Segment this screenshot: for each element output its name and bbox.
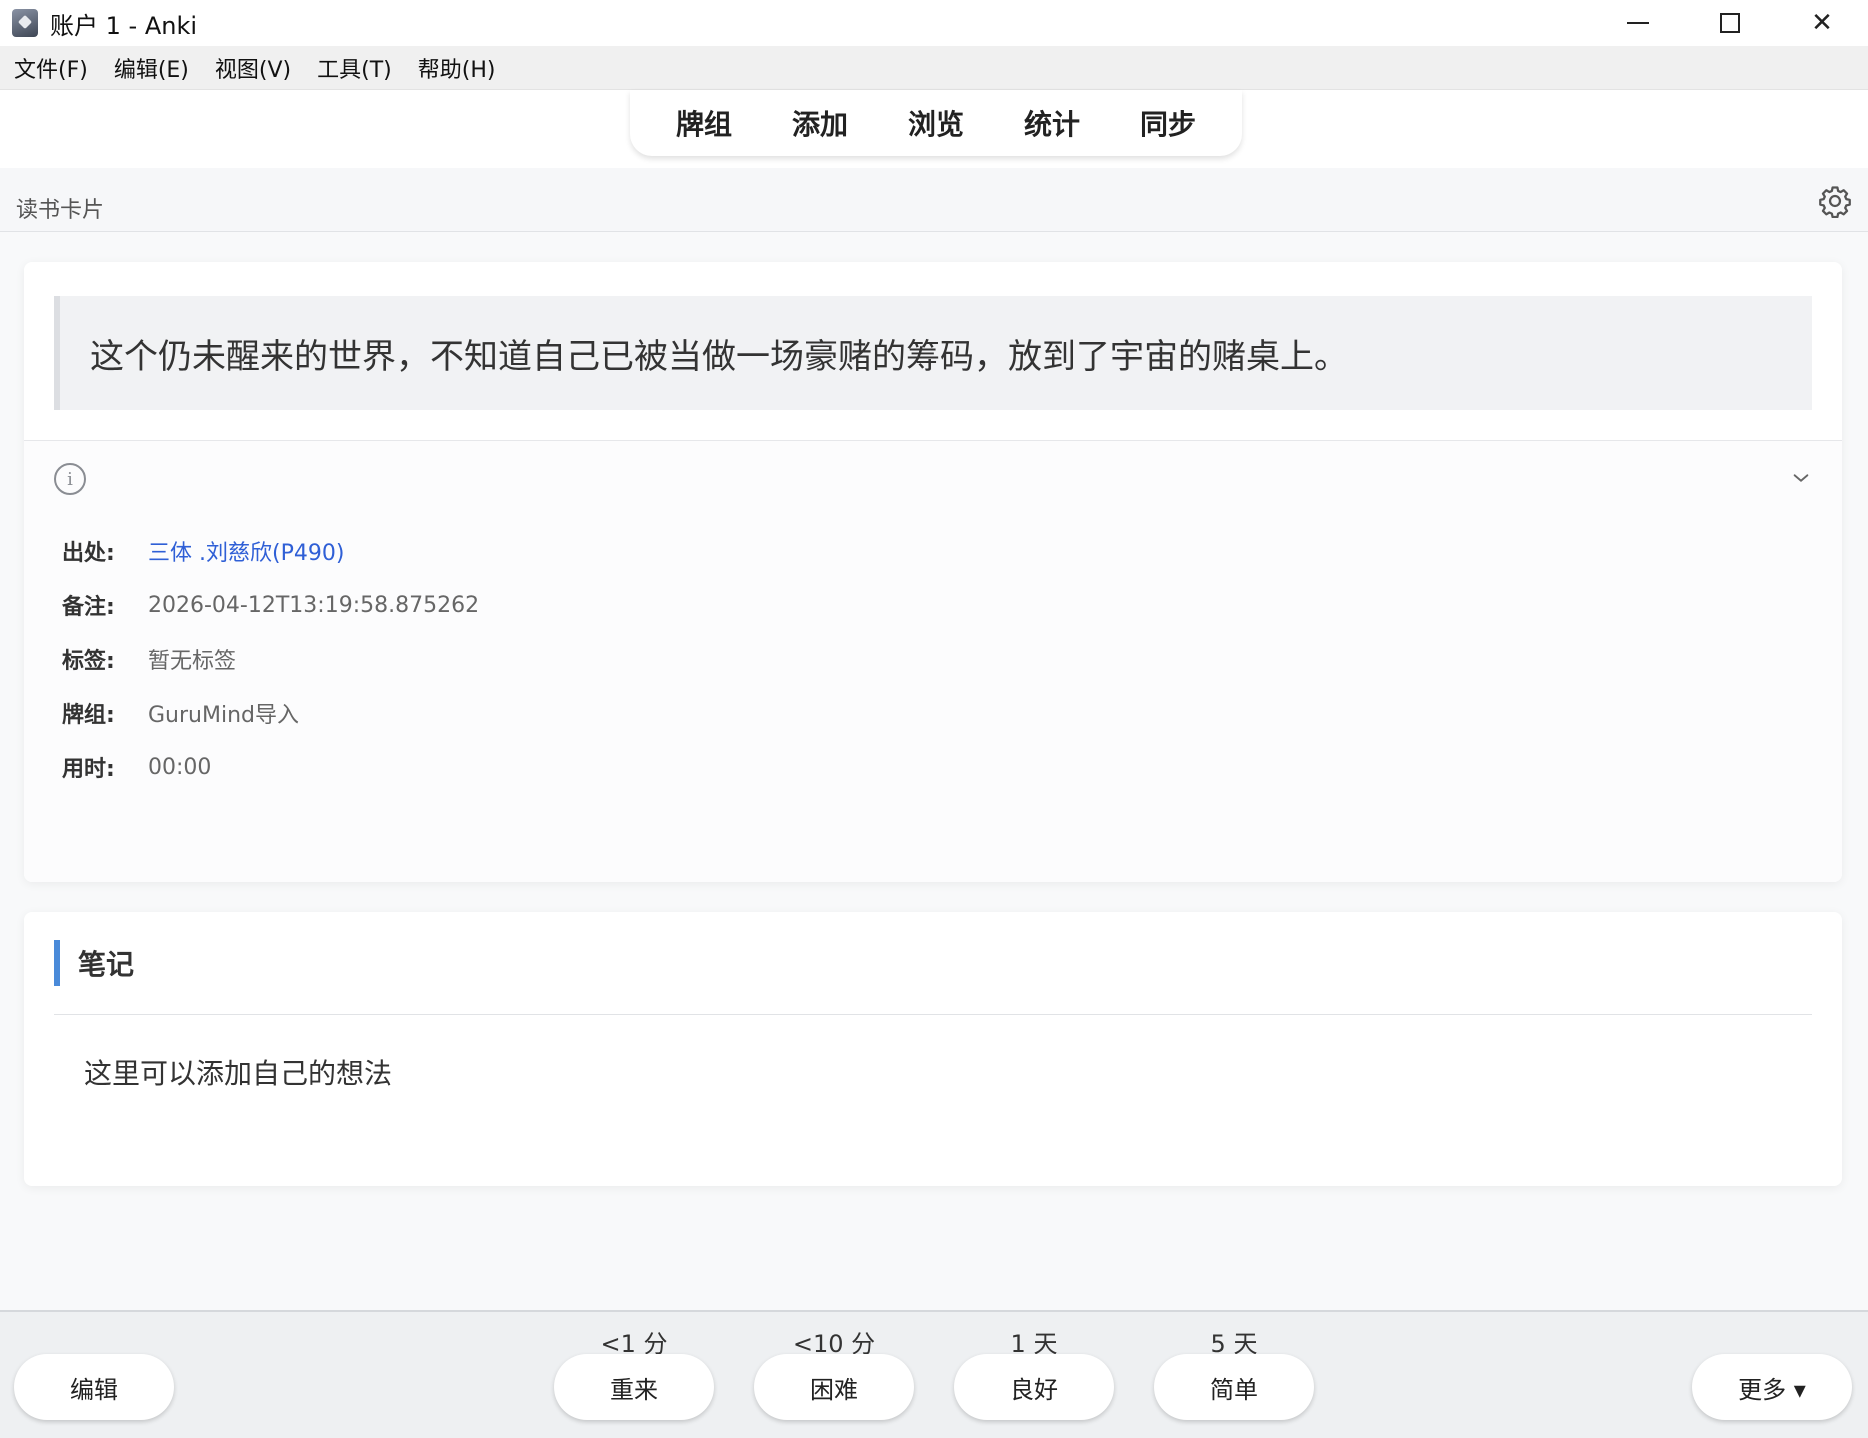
- good-button[interactable]: 良好: [954, 1354, 1114, 1420]
- answer-bar: 编辑 <1 分 重来 <10 分 困难 1 天 良好 5 天 简单 更多 ▾: [0, 1310, 1868, 1438]
- card-info-section: i 出处: 三体 .刘慈欣(P490) 备注: 2026-04-12T13:19…: [24, 440, 1842, 882]
- window-title: 账户 1 - Anki: [50, 11, 198, 40]
- meta-row-deck: 牌组: GuruMind导入: [62, 698, 299, 728]
- menu-bar: 文件(F) 编辑(E) 视图(V) 工具(T) 帮助(H): [0, 46, 1868, 90]
- nav-add[interactable]: 添加: [792, 103, 848, 143]
- notes-title: 笔记: [54, 940, 134, 986]
- nav-sync[interactable]: 同步: [1140, 103, 1196, 143]
- menu-edit[interactable]: 编辑(E): [114, 52, 189, 84]
- deck-bar: 读书卡片: [0, 168, 1868, 232]
- notes-text[interactable]: 这里可以添加自己的想法: [84, 1052, 392, 1092]
- notes-panel: 笔记 这里可以添加自己的想法: [24, 912, 1842, 1186]
- nav-decks[interactable]: 牌组: [676, 103, 732, 143]
- meta-row-time: 用时: 00:00: [62, 752, 212, 783]
- meta-row-tags: 标签: 暂无标签: [62, 644, 236, 674]
- again-button[interactable]: 重来: [554, 1354, 714, 1420]
- maximize-button[interactable]: [1684, 0, 1776, 46]
- meta-row-note: 备注: 2026-04-12T13:19:58.875262: [62, 590, 480, 621]
- more-button[interactable]: 更多 ▾: [1692, 1354, 1852, 1420]
- menu-view[interactable]: 视图(V): [215, 52, 291, 84]
- window-titlebar: 账户 1 - Anki ✕: [0, 0, 1868, 46]
- meta-label: 标签:: [62, 649, 115, 674]
- menu-file[interactable]: 文件(F): [14, 52, 88, 84]
- meta-value: 暂无标签: [148, 649, 237, 674]
- source-link[interactable]: 三体 .刘慈欣(P490): [148, 535, 344, 567]
- divider: [54, 1014, 1812, 1015]
- meta-value: 2026-04-12T13:19:58.875262: [148, 592, 480, 618]
- meta-label: 用时:: [62, 757, 115, 782]
- close-button[interactable]: ✕: [1776, 0, 1868, 46]
- menu-help[interactable]: 帮助(H): [418, 52, 496, 84]
- maximize-icon: [1720, 13, 1740, 33]
- minimize-button[interactable]: [1592, 0, 1684, 46]
- chevron-down-icon[interactable]: [1790, 467, 1812, 489]
- meta-value: 00:00: [148, 754, 212, 780]
- main-toolbar: 牌组 添加 浏览 统计 同步: [630, 90, 1242, 156]
- menu-tools[interactable]: 工具(T): [317, 52, 392, 84]
- window-controls: ✕: [1592, 0, 1868, 46]
- info-icon[interactable]: i: [54, 463, 86, 495]
- meta-label: 牌组:: [62, 703, 115, 728]
- minimize-icon: [1627, 22, 1649, 24]
- close-icon: ✕: [1811, 8, 1833, 38]
- card-quote: 这个仍未醒来的世界，不知道自己已被当做一场豪赌的筹码，放到了宇宙的赌桌上。: [54, 296, 1812, 410]
- card-panel: 这个仍未醒来的世界，不知道自己已被当做一场豪赌的筹码，放到了宇宙的赌桌上。 i …: [24, 262, 1842, 882]
- anki-app-icon: [12, 9, 38, 37]
- meta-value: GuruMind导入: [148, 703, 299, 728]
- gear-icon[interactable]: [1818, 184, 1852, 218]
- nav-stats[interactable]: 统计: [1024, 103, 1080, 143]
- toolbar-area: 牌组 添加 浏览 统计 同步: [0, 90, 1868, 168]
- nav-browse[interactable]: 浏览: [908, 103, 964, 143]
- hard-button[interactable]: 困难: [754, 1354, 914, 1420]
- deck-title: 读书卡片: [16, 198, 105, 223]
- easy-button[interactable]: 简单: [1154, 1354, 1314, 1420]
- meta-row-source: 出处: 三体 .刘慈欣(P490): [62, 536, 344, 566]
- meta-label: 出处:: [62, 541, 115, 566]
- review-area: 这个仍未醒来的世界，不知道自己已被当做一场豪赌的筹码，放到了宇宙的赌桌上。 i …: [0, 232, 1868, 1244]
- meta-label: 备注:: [62, 595, 115, 620]
- edit-button[interactable]: 编辑: [14, 1354, 174, 1420]
